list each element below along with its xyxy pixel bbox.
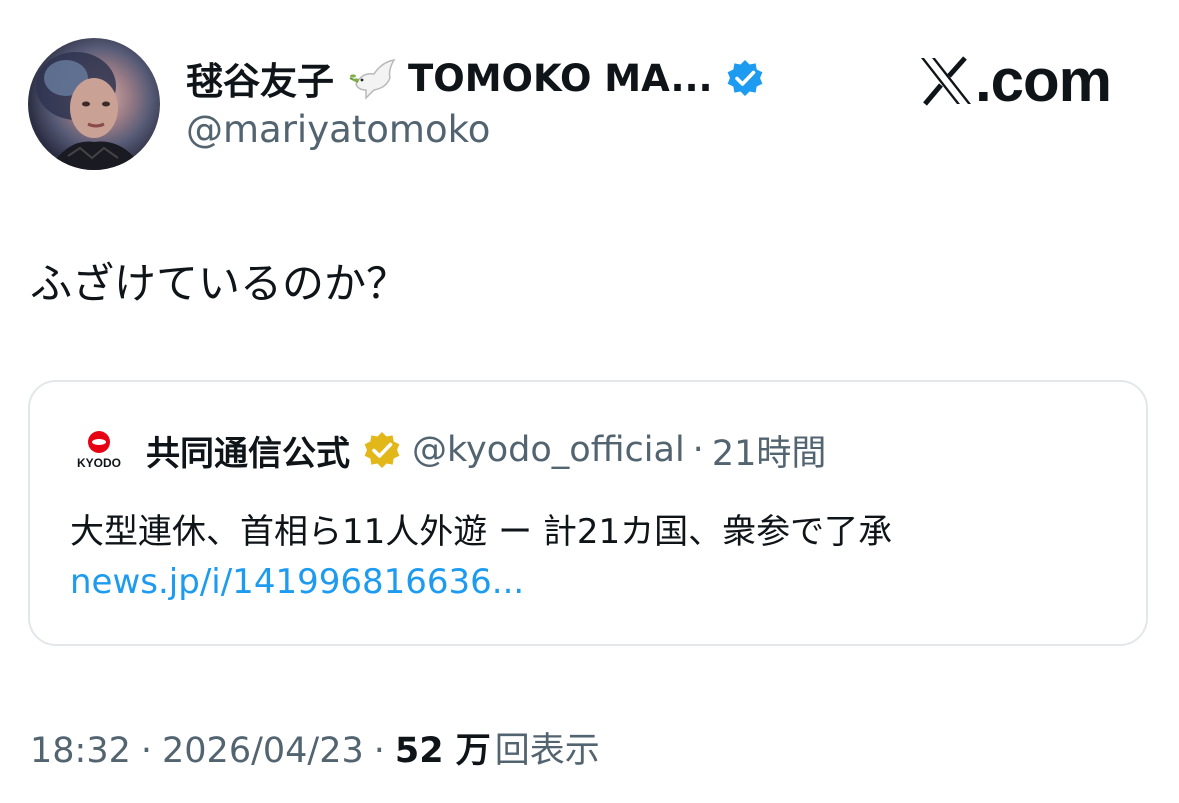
author-name-row[interactable]: 毬谷友子 TOMOKO MA... [186, 52, 765, 104]
meta-separator-views: · [373, 731, 385, 771]
meta-separator: · [140, 731, 153, 771]
gold-verified-badge-icon [364, 432, 400, 468]
dove-icon [348, 54, 400, 102]
author-display-name[interactable]: 毬谷友子 [186, 51, 334, 105]
quoted-tweet-text: 大型連休、首相ら11人外遊 ー 計21カ国、衆参で了承 [70, 512, 893, 552]
tweet-date[interactable]: 2026/04/23 [162, 731, 364, 771]
x-com-logo: .com [919, 46, 1112, 115]
quoted-separator: · [692, 430, 704, 470]
quoted-tweet-link[interactable]: news.jp/i/141996816636... [70, 562, 524, 602]
author-handle[interactable]: @mariyatomoko [186, 108, 490, 151]
x-logo-icon [920, 55, 971, 106]
verified-badge-icon [725, 58, 765, 98]
quoted-tweet-card[interactable]: KYODO 共同通信公式 @kyodo_official · 21時間 大型連休… [28, 380, 1148, 646]
quoted-author-name[interactable]: 共同通信公式 [146, 426, 350, 475]
kyodo-logo-text: KYODO [76, 456, 121, 470]
tweet-text: ふざけているのか？ [30, 259, 409, 308]
quoted-timestamp[interactable]: 21時間 [712, 425, 827, 476]
views-count[interactable]: 52 万 [395, 722, 491, 773]
author-display-name-suffix[interactable]: TOMOKO MA... [408, 57, 713, 100]
tweet-meta: 18:32 · 2026/04/23 · 52 万 回表示 [30, 722, 600, 773]
avatar[interactable] [28, 38, 160, 170]
quoted-tweet-header: KYODO 共同通信公式 @kyodo_official · 21時間 [70, 426, 826, 475]
x-com-text: .com [974, 47, 1112, 114]
tweet-time[interactable]: 18:32 [30, 731, 131, 771]
kyodo-logo-icon[interactable]: KYODO [70, 428, 128, 472]
views-label: 回表示 [494, 731, 600, 771]
quoted-author-handle[interactable]: @kyodo_official [412, 430, 685, 470]
